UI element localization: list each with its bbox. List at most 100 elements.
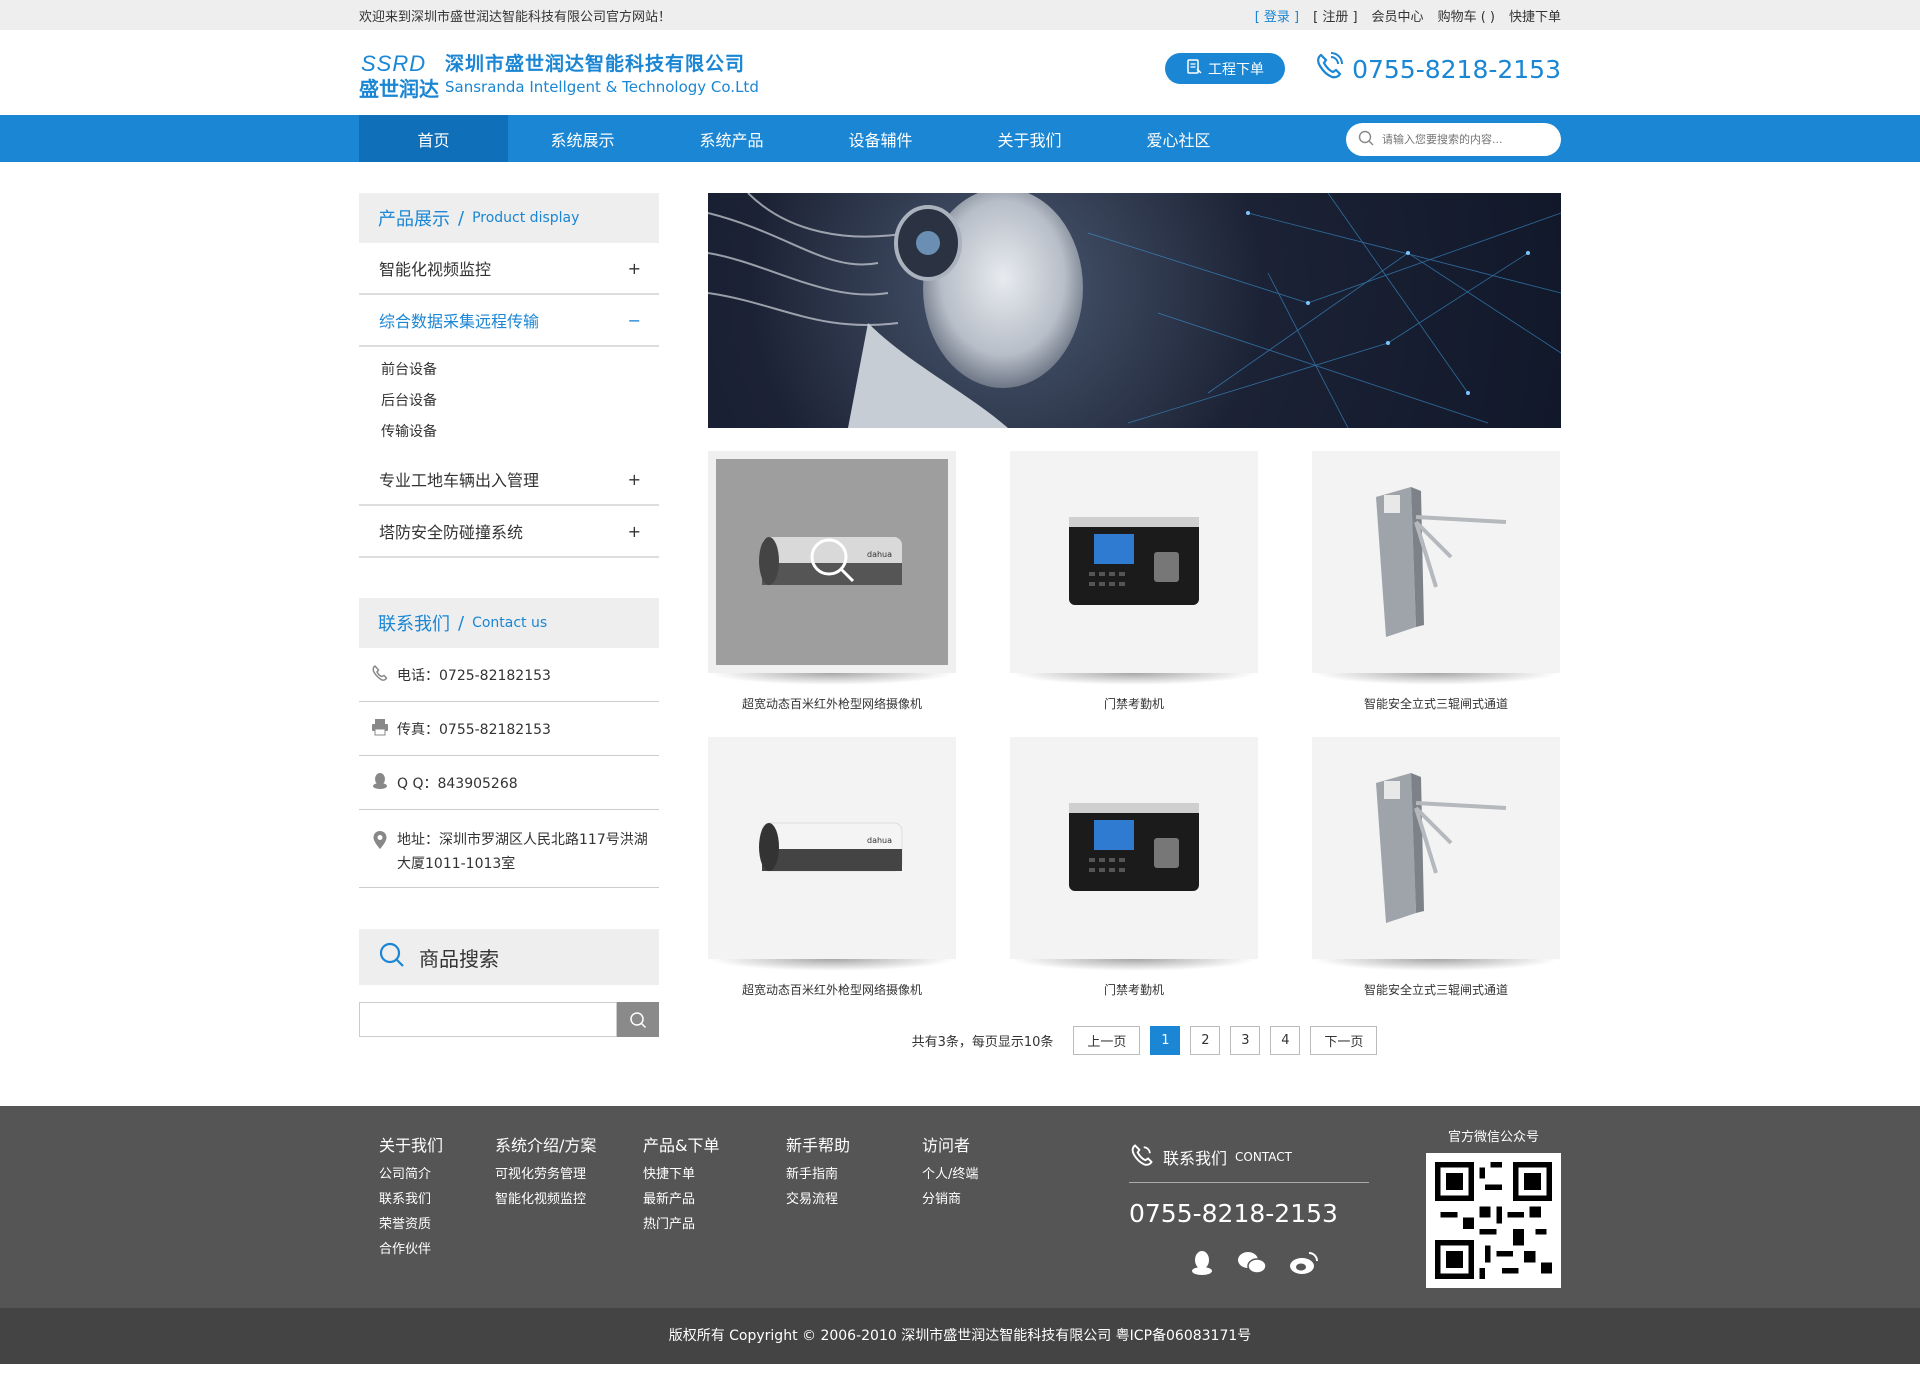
footer-link[interactable]: 热门产品 bbox=[643, 1212, 719, 1237]
page-button-4[interactable]: 4 bbox=[1270, 1026, 1301, 1055]
footer-link[interactable]: 荣誉资质 bbox=[379, 1212, 443, 1237]
page-button-2[interactable]: 2 bbox=[1190, 1026, 1221, 1055]
logo-mark: SSRD 盛世润达 bbox=[359, 50, 439, 101]
goods-search-button[interactable] bbox=[617, 1002, 659, 1037]
subcategory-front-device[interactable]: 前台设备 bbox=[381, 355, 659, 386]
category-vehicle-access[interactable]: 专业工地车辆出入管理 + bbox=[359, 454, 659, 506]
product-image-tripod-turnstile[interactable] bbox=[1312, 451, 1560, 673]
register-link[interactable]: [ 注册 ] bbox=[1313, 6, 1357, 25]
page-button-3[interactable]: 3 bbox=[1230, 1026, 1261, 1055]
prev-page-button[interactable]: 上一页 bbox=[1073, 1026, 1141, 1055]
qr-code-image bbox=[1426, 1153, 1561, 1288]
qq-icon bbox=[371, 772, 389, 794]
content-area: dahua 超宽动态百米红外枪型网络摄像机 门禁考勤机 智能安全立式三辊闸式通道… bbox=[708, 193, 1561, 1055]
product-image-bullet-camera[interactable]: dahua bbox=[708, 451, 956, 673]
top-links: [ 登录 ] [ 注册 ] 会员中心 购物车 ( ) 快捷下单 bbox=[1255, 6, 1561, 25]
hotline: 0755-8218-2153 bbox=[1314, 51, 1561, 87]
footer-link[interactable]: 交易流程 bbox=[786, 1187, 850, 1212]
banner-image bbox=[708, 193, 1561, 428]
zoom-icon[interactable] bbox=[807, 535, 857, 589]
welcome-text: 欢迎来到深圳市盛世润达智能科技有限公司官方网站！ bbox=[359, 9, 672, 25]
nav-item-community[interactable]: 爱心社区 bbox=[1104, 115, 1253, 162]
goods-search-input[interactable] bbox=[359, 1002, 617, 1037]
product-card[interactable]: dahua 超宽动态百米红外枪型网络摄像机 bbox=[708, 451, 956, 737]
footer-link[interactable]: 个人/终端 bbox=[922, 1162, 978, 1187]
subcategory-transmission-device[interactable]: 传输设备 bbox=[381, 417, 659, 448]
collapse-icon[interactable]: − bbox=[628, 311, 641, 330]
goods-search-header: 商品搜索 bbox=[359, 929, 659, 985]
nav-item-home[interactable]: 首页 bbox=[359, 115, 508, 162]
footer-link[interactable]: 新手指南 bbox=[786, 1162, 850, 1187]
contact-fax: 传真：0755-82182153 bbox=[359, 702, 659, 756]
svg-text:dahua: dahua bbox=[867, 836, 892, 845]
qr-title: 官方微信公众号 bbox=[1447, 1130, 1539, 1145]
product-image-attendance-machine[interactable] bbox=[1010, 737, 1258, 959]
product-card[interactable]: 智能安全立式三辊闸式通道 bbox=[1312, 737, 1560, 1023]
expand-icon[interactable]: + bbox=[628, 522, 641, 541]
wechat-qr: 官方微信公众号 bbox=[1426, 1126, 1561, 1288]
product-image-bullet-camera[interactable]: dahua bbox=[708, 737, 956, 959]
expand-icon[interactable]: + bbox=[628, 259, 641, 278]
contact-tel: 电话：0725-82182153 bbox=[359, 648, 659, 702]
order-button-label: 工程下单 bbox=[1208, 61, 1264, 78]
footer-link[interactable]: 最新产品 bbox=[643, 1187, 719, 1212]
location-pin-icon bbox=[371, 830, 389, 858]
footer-link[interactable]: 分销商 bbox=[922, 1187, 978, 1212]
top-search-input[interactable] bbox=[1382, 133, 1542, 146]
footer-link[interactable]: 公司简介 bbox=[379, 1162, 443, 1187]
subcategory-back-device[interactable]: 后台设备 bbox=[381, 386, 659, 417]
weibo-icon[interactable] bbox=[1289, 1250, 1319, 1280]
footer-col-system: 系统介绍/方案 可视化劳务管理 智能化视频监控 bbox=[495, 1132, 596, 1212]
product-image-tripod-turnstile[interactable] bbox=[1312, 737, 1560, 959]
footer-col-visitor: 访问者 个人/终端 分销商 bbox=[922, 1132, 978, 1212]
footer-link[interactable]: 联系我们 bbox=[379, 1187, 443, 1212]
footer-phone: 0755-8218-2153 bbox=[1129, 1199, 1338, 1228]
cart-link[interactable]: 购物车 ( ) bbox=[1438, 6, 1495, 25]
next-page-button[interactable]: 下一页 bbox=[1310, 1026, 1378, 1055]
product-name[interactable]: 超宽动态百米红外枪型网络摄像机 bbox=[708, 695, 956, 712]
category-tower-crane-safety[interactable]: 塔防安全防碰撞系统 + bbox=[359, 506, 659, 558]
product-name[interactable]: 智能安全立式三辊闸式通道 bbox=[1312, 981, 1560, 998]
product-name[interactable]: 智能安全立式三辊闸式通道 bbox=[1312, 695, 1560, 712]
footer-link[interactable]: 可视化劳务管理 bbox=[495, 1162, 596, 1187]
header: SSRD 盛世润达 深圳市盛世润达智能科技有限公司 Sansranda Inte… bbox=[0, 30, 1920, 115]
quick-order-link[interactable]: 快捷下单 bbox=[1509, 6, 1561, 25]
wechat-icon[interactable] bbox=[1237, 1250, 1267, 1280]
login-link[interactable]: [ 登录 ] bbox=[1255, 6, 1299, 25]
product-card[interactable]: 门禁考勤机 bbox=[1010, 451, 1258, 737]
nav-item-system-products[interactable]: 系统产品 bbox=[657, 115, 806, 162]
project-order-button[interactable]: 工程下单 bbox=[1165, 53, 1285, 84]
hotline-number: 0755-8218-2153 bbox=[1352, 54, 1561, 84]
search-icon[interactable] bbox=[1358, 130, 1374, 150]
nav-item-system-display[interactable]: 系统展示 bbox=[508, 115, 657, 162]
product-card[interactable]: 门禁考勤机 bbox=[1010, 737, 1258, 1023]
pagination-info: 共有3条，每页显示10条 bbox=[911, 1035, 1054, 1050]
product-image-attendance-machine[interactable] bbox=[1010, 451, 1258, 673]
copyright-bar: 版权所有 Copyright © 2006-2010 深圳市盛世润达智能科技有限… bbox=[0, 1308, 1920, 1364]
footer: 关于我们 公司简介 联系我们 荣誉资质 合作伙伴 系统介绍/方案 可视化劳务管理… bbox=[0, 1106, 1920, 1308]
footer-link[interactable]: 合作伙伴 bbox=[379, 1237, 443, 1262]
logo[interactable]: SSRD 盛世润达 深圳市盛世润达智能科技有限公司 Sansranda Inte… bbox=[359, 49, 759, 101]
phone-icon bbox=[1129, 1142, 1155, 1172]
svg-text:dahua: dahua bbox=[867, 550, 892, 559]
footer-link[interactable]: 快捷下单 bbox=[643, 1162, 719, 1187]
nav-item-about[interactable]: 关于我们 bbox=[955, 115, 1104, 162]
member-center-link[interactable]: 会员中心 bbox=[1372, 6, 1424, 25]
product-name[interactable]: 超宽动态百米红外枪型网络摄像机 bbox=[708, 981, 956, 998]
expand-icon[interactable]: + bbox=[628, 470, 641, 489]
product-card[interactable]: 智能安全立式三辊闸式通道 bbox=[1312, 451, 1560, 737]
nav-item-accessories[interactable]: 设备辅件 bbox=[806, 115, 955, 162]
top-bar: 欢迎来到深圳市盛世润达智能科技有限公司官方网站！ [ 登录 ] [ 注册 ] 会… bbox=[0, 0, 1920, 30]
footer-col-about: 关于我们 公司简介 联系我们 荣誉资质 合作伙伴 bbox=[379, 1132, 443, 1262]
footer-link[interactable]: 智能化视频监控 bbox=[495, 1187, 596, 1212]
product-name[interactable]: 门禁考勤机 bbox=[1010, 981, 1258, 998]
product-name[interactable]: 门禁考勤机 bbox=[1010, 695, 1258, 712]
footer-col-products: 产品&下单 快捷下单 最新产品 热门产品 bbox=[643, 1132, 719, 1237]
main-area: 产品展示 / Product display 智能化视频监控 + 综合数据采集远… bbox=[359, 162, 1561, 1106]
page-button-1[interactable]: 1 bbox=[1150, 1026, 1181, 1055]
product-card[interactable]: dahua 超宽动态百米红外枪型网络摄像机 bbox=[708, 737, 956, 1023]
qq-icon[interactable] bbox=[1189, 1250, 1215, 1280]
category-video-surveillance[interactable]: 智能化视频监控 + bbox=[359, 243, 659, 295]
order-icon bbox=[1186, 58, 1202, 79]
category-data-collection[interactable]: 综合数据采集远程传输 − bbox=[359, 295, 659, 347]
